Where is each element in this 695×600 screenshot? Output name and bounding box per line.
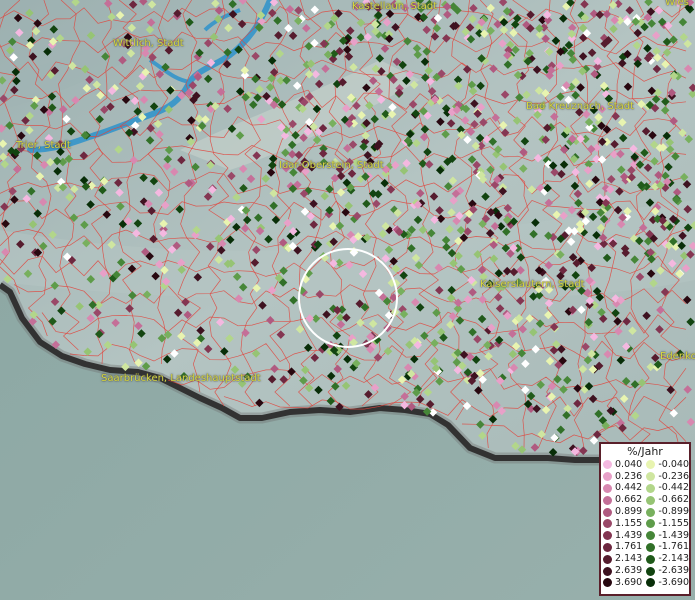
city-label-trier: Trier, Stadt xyxy=(16,140,71,151)
legend-row: 2.143 -2.143 xyxy=(601,553,689,565)
legend-entry-positive: 0.899 xyxy=(601,507,644,517)
legend-swatch xyxy=(646,542,656,552)
legend-entry-positive: 0.236 xyxy=(601,470,644,482)
legend-row: 0.662 -0.662 xyxy=(601,494,689,506)
legend-entry-positive: 0.662 xyxy=(601,495,644,505)
city-label-idar-oberstein: Idar-Oberstein, Stadt xyxy=(279,160,384,171)
legend-swatch xyxy=(603,519,612,529)
legend-row: 1.761 -1.761 xyxy=(601,542,689,554)
legend-swatch xyxy=(646,554,656,564)
legend-entry-negative: -0.236 xyxy=(644,470,689,482)
legend-value: -0.662 xyxy=(658,494,689,506)
legend-value: 0.442 xyxy=(615,482,643,494)
legend-value: -0.236 xyxy=(658,470,689,482)
city-label-saarbruecken: Saarbrücken, Landeshauptstadt xyxy=(101,373,261,384)
legend-swatch xyxy=(646,566,656,576)
city-label-bad-kreuznach: Bad Kreuznach, Stadt xyxy=(526,101,635,112)
legend-entry-negative: -0.899 xyxy=(644,507,689,517)
legend-value: 2.639 xyxy=(615,565,643,577)
legend-swatch xyxy=(603,566,612,576)
legend-value: -3.690 xyxy=(658,576,689,588)
legend-row: 0.236 -0.236 xyxy=(601,471,689,483)
legend-value: 0.662 xyxy=(615,494,643,506)
legend-value: 0.236 xyxy=(615,470,643,482)
legend-swatch xyxy=(646,519,656,529)
legend-value: -0.899 xyxy=(658,506,689,518)
legend-entry-negative: -0.040 xyxy=(644,458,689,470)
legend-value: -2.143 xyxy=(658,553,689,565)
legend-swatch xyxy=(603,507,612,517)
legend-value: 1.155 xyxy=(615,517,643,529)
legend-swatch xyxy=(646,495,656,505)
legend-row: 0.040 -0.040 xyxy=(601,459,689,471)
legend-value: -1.155 xyxy=(658,517,689,529)
legend-value: -2.639 xyxy=(658,565,689,577)
legend-swatch xyxy=(646,472,656,482)
legend-entry-negative: -1.439 xyxy=(644,529,689,541)
legend-entry-negative: -2.143 xyxy=(644,554,689,564)
legend-value: -1.761 xyxy=(658,541,689,553)
legend-entry-positive: 1.439 xyxy=(601,529,644,541)
legend-value: -1.439 xyxy=(658,529,689,541)
city-label-wittlich: Wittlich, Stadt xyxy=(113,38,184,49)
legend-entry-negative: -2.639 xyxy=(644,566,689,576)
legend-entry-positive: 1.761 xyxy=(601,542,644,552)
legend-entry-positive: 0.040 xyxy=(601,458,644,470)
legend-value: 2.143 xyxy=(615,553,643,565)
legend-swatch xyxy=(646,531,656,541)
city-label-wiesbaden: Wies xyxy=(665,0,689,8)
legend-entry-negative: -3.690 xyxy=(644,576,689,588)
city-label-kaiserslautern: Kaiserslautern, Stadt xyxy=(480,279,585,290)
legend-title: %/Jahr xyxy=(627,445,663,458)
legend-swatch xyxy=(603,472,612,482)
city-label-kastellaun: Kastellaun, Stadt xyxy=(352,1,438,12)
legend-row: 1.439 -1.439 xyxy=(601,530,689,542)
legend-value: 0.899 xyxy=(615,506,643,518)
legend-value: -0.040 xyxy=(658,458,689,470)
legend-value: -0.442 xyxy=(658,482,689,494)
legend-swatch xyxy=(646,507,656,517)
legend-value: 1.761 xyxy=(615,541,643,553)
legend-entry-positive: 1.155 xyxy=(601,517,644,529)
map-canvas[interactable] xyxy=(0,0,695,600)
legend-entry-negative: -1.155 xyxy=(644,517,689,529)
legend-entry-positive: 3.690 xyxy=(601,576,644,588)
legend-swatch xyxy=(646,460,656,470)
city-label-edenkoben: Edenko xyxy=(660,351,695,362)
legend-entry-negative: -0.662 xyxy=(644,495,689,505)
legend-swatch xyxy=(603,483,612,493)
legend-entry-negative: -1.761 xyxy=(644,542,689,552)
legend-swatch xyxy=(646,578,656,588)
legend-value: 0.040 xyxy=(615,458,643,470)
legend-swatch xyxy=(603,542,612,552)
legend-entry-negative: -0.442 xyxy=(644,483,689,493)
legend-value: 3.690 xyxy=(615,576,643,588)
legend-rows: 0.040 -0.040 0.236 -0.236 0.442 -0.442 0.662 -0… xyxy=(601,459,689,589)
legend-entry-positive: 2.639 xyxy=(601,566,644,576)
legend-swatch xyxy=(603,495,612,505)
legend-swatch xyxy=(646,483,656,493)
legend-swatch xyxy=(603,531,612,541)
legend-row: 3.690 -3.690 xyxy=(601,577,689,589)
legend-row: 1.155 -1.155 xyxy=(601,518,689,530)
legend-entry-positive: 0.442 xyxy=(601,483,644,493)
legend-value: 1.439 xyxy=(615,529,643,541)
legend-swatch xyxy=(603,578,612,588)
legend-swatch xyxy=(603,554,612,564)
legend-row: 0.442 -0.442 xyxy=(601,483,689,495)
legend-swatch xyxy=(603,460,612,470)
legend-entry-positive: 2.143 xyxy=(601,554,644,564)
legend-row: 2.639 -2.639 xyxy=(601,565,689,577)
map-legend: %/Jahr 0.040 -0.040 0.236 -0.236 0.442 -0.442… xyxy=(599,442,691,596)
legend-row: 0.899 -0.899 xyxy=(601,506,689,518)
